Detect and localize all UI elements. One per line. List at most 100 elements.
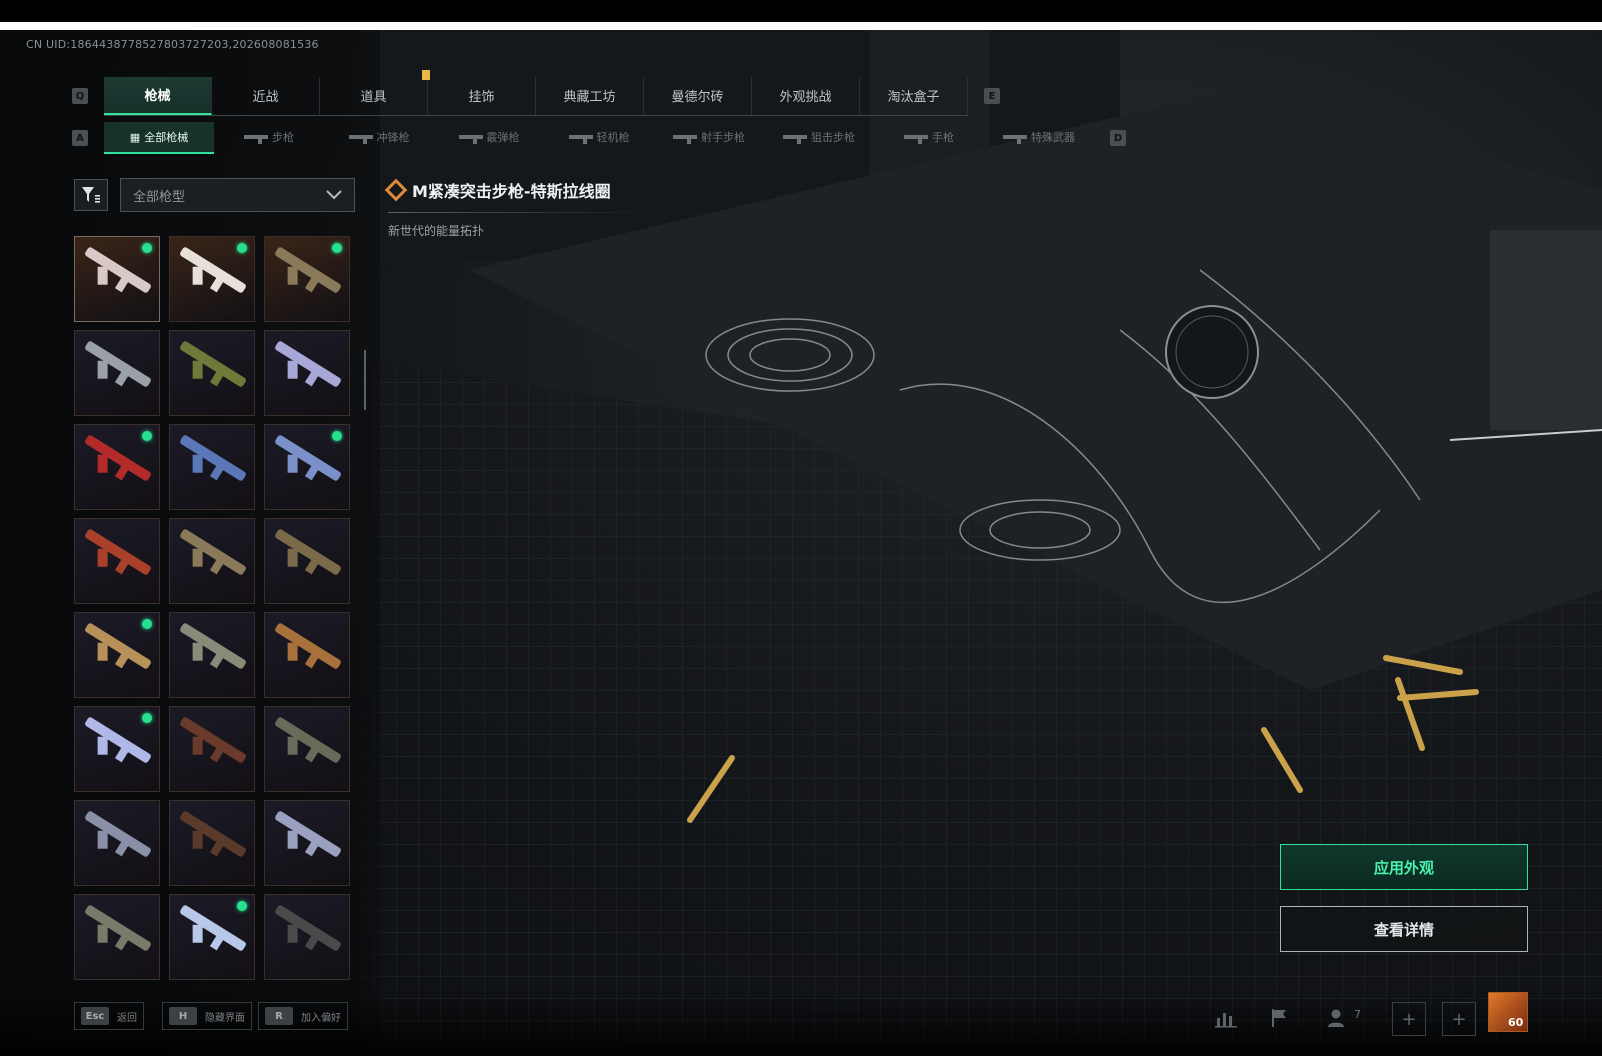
- subtab-special[interactable]: 特殊武器: [984, 122, 1094, 152]
- tab-elimination-box[interactable]: 淘汰盒子: [860, 76, 968, 115]
- tab-items[interactable]: 道具: [320, 76, 428, 115]
- tab-guns[interactable]: 枪械: [104, 76, 212, 115]
- skin-grid: [74, 236, 350, 1002]
- grid-icon: ▦: [129, 130, 141, 144]
- hide-ui-label: 隐藏界面: [205, 1012, 245, 1024]
- gun-skin-thumbnail: [178, 246, 248, 294]
- h-key: H: [169, 1007, 197, 1025]
- subtab-rifles[interactable]: 步枪: [214, 122, 324, 152]
- subtab-shotgun[interactable]: 霰弹枪: [434, 122, 544, 152]
- tab-melee[interactable]: 近战: [212, 76, 320, 115]
- subtab-label: 全部枪械: [144, 131, 189, 144]
- back-hint-box: Esc 返回: [74, 1002, 144, 1030]
- gun-skin-thumbnail: [273, 622, 343, 670]
- new-indicator-dot: [237, 243, 247, 253]
- compass: [1165, 305, 1259, 399]
- tab-collection-workshop[interactable]: 典藏工坊: [536, 76, 644, 115]
- main-tab-bar: Q 枪械 近战 道具 挂饰 典藏工坊 曼德尔砖 外观挑战 淘汰盒子 E: [72, 76, 1000, 116]
- skin-tile[interactable]: [169, 706, 255, 792]
- skin-tile[interactable]: [74, 424, 160, 510]
- hide-ui-hint[interactable]: H 隐藏界面: [162, 1002, 252, 1030]
- player-level: 60: [1508, 1016, 1524, 1029]
- flag-icon[interactable]: [1266, 1004, 1294, 1032]
- back-hint[interactable]: Esc 返回: [74, 1002, 144, 1030]
- subtab-lmg[interactable]: 轻机枪: [544, 122, 654, 152]
- apply-skin-button[interactable]: 应用外观: [1280, 844, 1528, 890]
- skin-tile[interactable]: [74, 800, 160, 886]
- sub-tab-bar: A ▦ 全部枪械 步枪 冲锋枪 霰弹枪 轻机枪 射手步枪 狙击步枪 手枪 特殊武…: [72, 122, 1126, 154]
- view-details-button[interactable]: 查看详情: [1280, 906, 1528, 952]
- skin-tile[interactable]: [74, 612, 160, 698]
- subtab-all-guns[interactable]: ▦ 全部枪械: [104, 122, 214, 154]
- title-underline: [388, 212, 648, 213]
- skin-tile[interactable]: [74, 894, 160, 980]
- subtab-sniper[interactable]: 狙击步枪: [764, 122, 874, 152]
- main-tabs: 枪械 近战 道具 挂饰 典藏工坊 曼德尔砖 外观挑战 淘汰盒子: [104, 76, 968, 116]
- r-key: R: [265, 1007, 293, 1025]
- skin-tile[interactable]: [169, 800, 255, 886]
- friends-icon[interactable]: [1324, 1004, 1352, 1032]
- skin-tile[interactable]: [264, 612, 350, 698]
- gun-skin-thumbnail: [178, 716, 248, 764]
- skin-tile[interactable]: [264, 518, 350, 604]
- special-weapon-icon: [1003, 135, 1027, 144]
- subtab-label: 冲锋枪: [376, 131, 410, 144]
- gun-skin-thumbnail: [83, 810, 153, 858]
- dropdown-value: 全部枪型: [133, 189, 186, 205]
- tab-skin-challenges[interactable]: 外观挑战: [752, 76, 860, 115]
- skin-tile[interactable]: [264, 800, 350, 886]
- tab-charms[interactable]: 挂饰: [428, 76, 536, 115]
- skin-tile[interactable]: [74, 330, 160, 416]
- prev-tab-key[interactable]: Q: [72, 88, 88, 104]
- filter-icon: [82, 187, 100, 203]
- favorite-hint[interactable]: R 加入偏好: [258, 1002, 348, 1030]
- add-slot-button-2[interactable]: +: [1442, 1002, 1476, 1036]
- weapon-type-tabs: ▦ 全部枪械 步枪 冲锋枪 霰弹枪 轻机枪 射手步枪 狙击步枪 手枪 特殊武器: [104, 122, 1094, 154]
- grid-scrollbar[interactable]: [364, 350, 366, 410]
- skin-tile[interactable]: [264, 236, 350, 322]
- gun-skin-thumbnail: [273, 340, 343, 388]
- skin-tile[interactable]: [264, 330, 350, 416]
- skin-tile[interactable]: [74, 236, 160, 322]
- sniper-icon: [783, 135, 807, 144]
- esc-key: Esc: [81, 1007, 109, 1025]
- new-indicator-dot: [142, 713, 152, 723]
- hide-ui-hint-box: H 隐藏界面: [162, 1002, 252, 1030]
- filter-button[interactable]: [74, 179, 108, 211]
- gun-skin-thumbnail: [178, 528, 248, 576]
- plus-icon: +: [1401, 1008, 1417, 1030]
- skin-tile[interactable]: [169, 612, 255, 698]
- gun-skin-thumbnail: [178, 810, 248, 858]
- skin-tile[interactable]: [169, 894, 255, 980]
- stats-icon[interactable]: [1212, 1004, 1240, 1032]
- prev-subtab-key[interactable]: A: [72, 130, 88, 146]
- next-tab-key[interactable]: E: [984, 88, 1000, 104]
- favorite-hint-box: R 加入偏好: [258, 1002, 348, 1030]
- device: [1490, 230, 1602, 430]
- skin-tile[interactable]: [264, 424, 350, 510]
- skin-tile[interactable]: [169, 236, 255, 322]
- subtab-label: 轻机枪: [596, 131, 630, 144]
- skin-tile[interactable]: [74, 706, 160, 792]
- gun-skin-thumbnail: [83, 622, 153, 670]
- skin-tile[interactable]: [264, 706, 350, 792]
- subtab-pistol[interactable]: 手枪: [874, 122, 984, 152]
- selected-skin-header: M紧凑突击步枪-特斯拉线圈: [384, 178, 611, 202]
- new-indicator-dot: [142, 431, 152, 441]
- skin-tile[interactable]: [264, 894, 350, 980]
- skin-tile[interactable]: [74, 518, 160, 604]
- skin-tile[interactable]: [169, 330, 255, 416]
- tab-mandel-brick[interactable]: 曼德尔砖: [644, 76, 752, 115]
- subtab-marksman[interactable]: 射手步枪: [654, 122, 764, 152]
- pistol-icon: [904, 135, 928, 144]
- subtab-smg[interactable]: 冲锋枪: [324, 122, 434, 152]
- new-indicator-dot: [237, 901, 247, 911]
- gun-type-dropdown[interactable]: 全部枪型: [120, 178, 355, 212]
- next-subtab-key[interactable]: D: [1110, 130, 1126, 146]
- gun-skin-thumbnail: [273, 716, 343, 764]
- skin-tile[interactable]: [169, 424, 255, 510]
- add-slot-button-1[interactable]: +: [1392, 1002, 1426, 1036]
- skin-tile[interactable]: [169, 518, 255, 604]
- top-letterbox: [0, 0, 1602, 22]
- selected-skin-title: M紧凑突击步枪-特斯拉线圈: [412, 182, 611, 201]
